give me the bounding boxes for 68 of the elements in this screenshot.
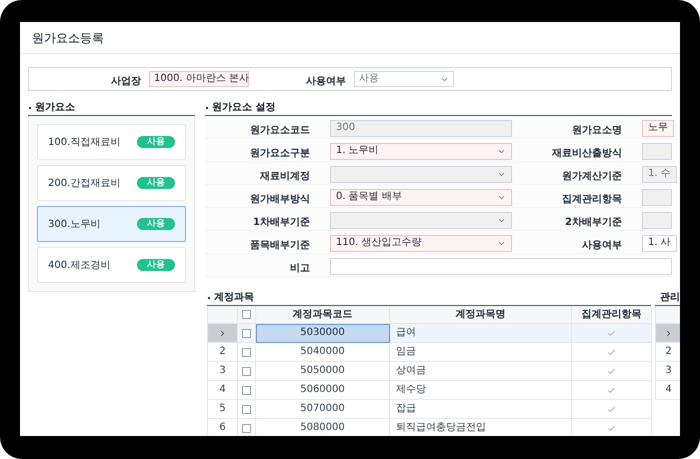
- field-label: 원가계산기준: [562, 171, 622, 182]
- chevron-right-icon: [664, 328, 673, 338]
- table-cell: 5060000: [256, 381, 390, 400]
- field-label: 2차배부기준: [565, 217, 622, 228]
- field-label: 1차배부기준: [253, 217, 310, 228]
- column-header: 계정과목명: [456, 310, 506, 320]
- field-label: 사업장: [111, 76, 141, 87]
- input-field[interactable]: 노무: [642, 120, 674, 136]
- cost-element-card[interactable]: 300.노무비 사용: [37, 206, 186, 242]
- row-header[interactable]: 3: [208, 362, 238, 381]
- field-label: 재료비계정: [260, 171, 310, 182]
- field-label: 원가배부방식: [250, 194, 310, 205]
- section-title: 원가요소: [35, 103, 75, 113]
- select-field[interactable]: 110. 생산입고수량: [330, 234, 512, 252]
- field-label: 비고: [290, 263, 310, 274]
- status-badge: 사용: [137, 177, 175, 189]
- table-cell: 제수당: [390, 381, 572, 400]
- checkbox[interactable]: [242, 424, 251, 432]
- row-header[interactable]: 5: [208, 400, 238, 419]
- input-field[interactable]: 1. 사: [642, 234, 677, 252]
- section-title: 관리: [660, 293, 680, 303]
- row-header[interactable]: [208, 324, 238, 343]
- field-label: 사용여부: [582, 240, 622, 251]
- field-label: 원가요소구분: [250, 148, 310, 159]
- checkbox[interactable]: [242, 366, 251, 376]
- checkbox[interactable]: [242, 328, 251, 338]
- field-label: 재료비산출방식: [552, 148, 622, 159]
- checkbox[interactable]: [242, 348, 251, 356]
- status-badge: 사용: [137, 259, 175, 271]
- field-label: 원가요소코드: [250, 125, 310, 136]
- table-cell: 잡급: [390, 400, 572, 419]
- section-title: 원가요소 설정: [212, 103, 276, 113]
- table-cell: 임금: [390, 343, 572, 362]
- cost-element-card[interactable]: 100.직접재료비 사용: [37, 124, 186, 160]
- field-label: 사용여부: [306, 76, 346, 87]
- field-label: 원가요소명: [572, 125, 622, 136]
- select-field[interactable]: 0. 품목별 배부: [330, 188, 512, 206]
- status-badge: 사용: [137, 218, 175, 230]
- cost-element-card[interactable]: 200.간접재료비 사용: [37, 165, 186, 201]
- status-badge: 사용: [137, 136, 175, 148]
- section-title: 계정과목: [214, 293, 254, 303]
- table-cell: 상여금: [390, 362, 572, 381]
- window-title: 원가요소등록: [32, 30, 104, 46]
- checkbox[interactable]: [242, 404, 251, 414]
- column-header: 집계관리항목: [582, 310, 642, 320]
- table-cell: 5050000: [256, 362, 390, 381]
- cost-element-card[interactable]: 400.제조경비 사용: [37, 247, 186, 283]
- select-field[interactable]: 사용: [354, 71, 454, 87]
- cost-element-name: 200.간접재료비: [48, 176, 120, 190]
- cost-element-name: 400.제조경비: [48, 258, 110, 272]
- table-cell: 5070000: [256, 400, 390, 419]
- select-field[interactable]: 1. 노무비: [330, 142, 512, 160]
- table-cell: 급여: [390, 324, 572, 343]
- checkbox[interactable]: [242, 386, 251, 394]
- field-label: 집계관리항목: [562, 194, 622, 205]
- cost-element-name: 100.직접재료비: [48, 136, 120, 150]
- input-field[interactable]: [330, 258, 672, 274]
- checkbox[interactable]: [242, 310, 251, 319]
- table-cell: 5030000: [256, 324, 390, 343]
- column-header: 계정과목코드: [292, 310, 352, 320]
- chevron-right-icon: [218, 328, 227, 338]
- lookup-field[interactable]: 1000. 아마란스 본사: [149, 71, 249, 87]
- table-cell: 5040000: [256, 343, 390, 362]
- cost-element-name: 300.노무비: [48, 218, 100, 232]
- row-header[interactable]: 4: [208, 381, 238, 400]
- row-header[interactable]: [656, 324, 680, 343]
- row-header[interactable]: 2: [208, 343, 238, 362]
- field-label: 품목배부기준: [250, 240, 310, 251]
